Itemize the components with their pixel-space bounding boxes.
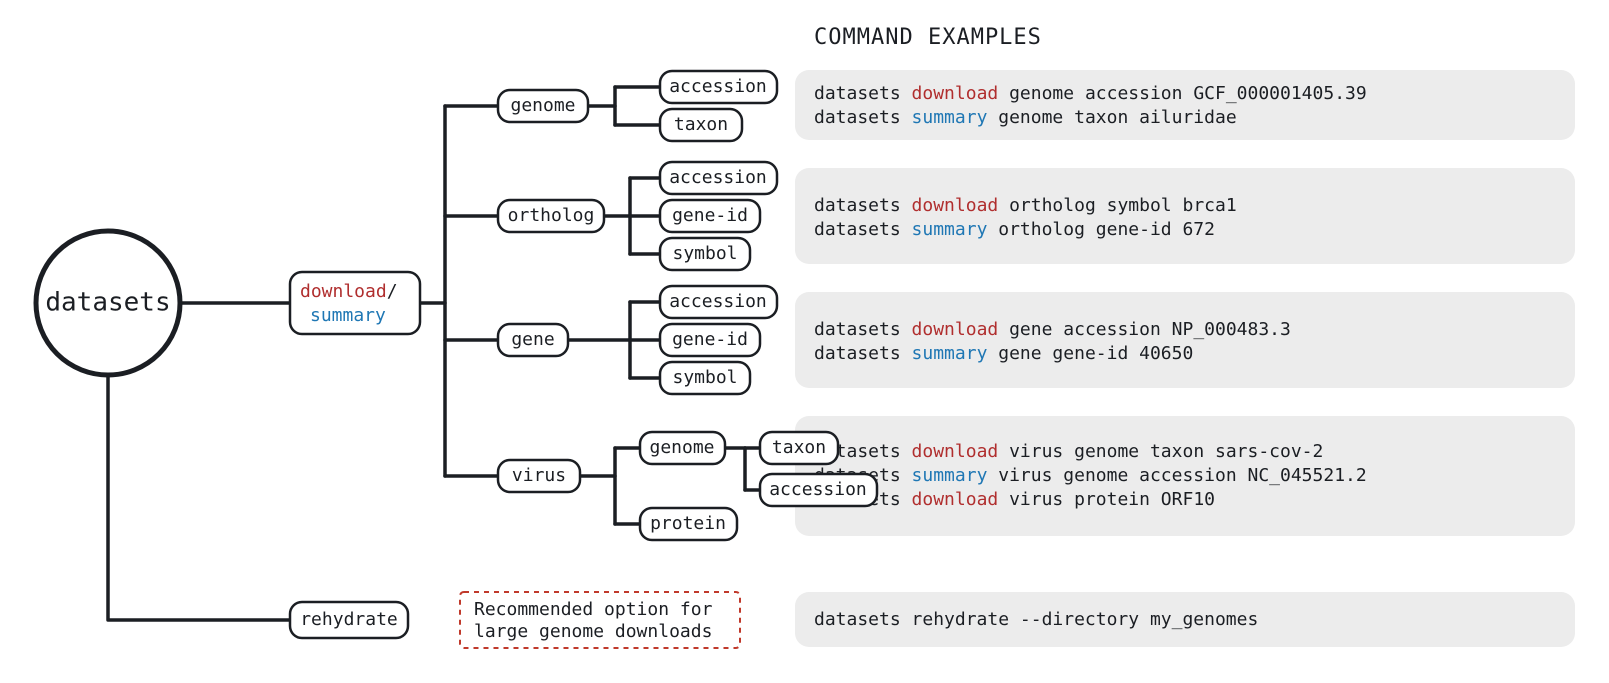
svg-text:accession: accession: [669, 167, 767, 188]
svg-text:datasets: datasets: [45, 288, 170, 318]
download-summary-node: download/ summary: [290, 272, 420, 334]
gene-geneid-node: gene-id: [660, 324, 760, 356]
svg-text:genome: genome: [649, 437, 714, 458]
virus-genome-node: genome: [640, 432, 725, 464]
svg-text:large genome downloads: large genome downloads: [474, 621, 712, 642]
rehydrate-node: rehydrate: [290, 602, 408, 638]
svg-text:gene-id: gene-id: [672, 329, 748, 350]
svg-text:datasets download virus genome: datasets download virus genome taxon sar…: [814, 441, 1323, 462]
svg-text:taxon: taxon: [674, 114, 728, 135]
virus-node: virus: [498, 460, 580, 492]
svg-text:virus: virus: [512, 465, 566, 486]
examples-rehydrate: datasets rehydrate --directory my_genome…: [814, 609, 1258, 630]
svg-text:accession: accession: [669, 291, 767, 312]
svg-text:symbol: symbol: [672, 243, 737, 264]
svg-text:gene-id: gene-id: [672, 205, 748, 226]
svg-text:datasets download gene accessi: datasets download gene accession NP_0004…: [814, 319, 1291, 340]
svg-text:summary: summary: [310, 305, 386, 326]
genome-accession-node: accession: [660, 71, 777, 103]
ortholog-geneid-node: gene-id: [660, 200, 760, 232]
svg-text:datasets summary gene gene-id: datasets summary gene gene-id 40650: [814, 343, 1193, 364]
genome-taxon-node: taxon: [660, 109, 742, 141]
gene-node: gene: [498, 324, 568, 356]
ortholog-symbol-node: symbol: [660, 238, 750, 270]
svg-text:rehydrate: rehydrate: [300, 609, 398, 630]
svg-text:taxon: taxon: [772, 437, 826, 458]
svg-text:datasets download ortholog sym: datasets download ortholog symbol brca1: [814, 195, 1237, 216]
virus-protein-node: protein: [640, 508, 737, 540]
svg-text:datasets summary virus genome: datasets summary virus genome accession …: [814, 465, 1367, 486]
svg-text:genome: genome: [510, 95, 575, 116]
svg-text:accession: accession: [669, 76, 767, 97]
svg-text:datasets rehydrate --directory: datasets rehydrate --directory my_genome…: [814, 609, 1258, 630]
svg-text:datasets summary ortholog gen: datasets summary ortholog gene-id 672: [814, 219, 1215, 240]
svg-text:symbol: symbol: [672, 367, 737, 388]
svg-text:Recommended option for: Recommended option for: [474, 599, 713, 620]
root-node: datasets: [36, 231, 180, 375]
virus-accession-node: accession: [760, 474, 877, 506]
genome-node: genome: [498, 90, 588, 122]
section-title: COMMAND EXAMPLES: [814, 25, 1042, 50]
ortholog-node: ortholog: [498, 200, 604, 232]
svg-text:ortholog: ortholog: [508, 205, 595, 226]
svg-text:accession: accession: [769, 479, 867, 500]
gene-symbol-node: symbol: [660, 362, 750, 394]
svg-text:download/: download/: [300, 281, 398, 302]
svg-text:datasets download genome acces: datasets download genome accession GCF_0…: [814, 83, 1367, 104]
svg-text:protein: protein: [650, 513, 726, 534]
svg-text:datasets summary genome taxon: datasets summary genome taxon ailuridae: [814, 107, 1237, 128]
virus-taxon-node: taxon: [760, 432, 838, 464]
svg-text:gene: gene: [511, 329, 554, 350]
rehydrate-note: Recommended option for large genome down…: [460, 592, 740, 648]
gene-accession-node: accession: [660, 286, 777, 318]
ortholog-accession-node: accession: [660, 162, 777, 194]
